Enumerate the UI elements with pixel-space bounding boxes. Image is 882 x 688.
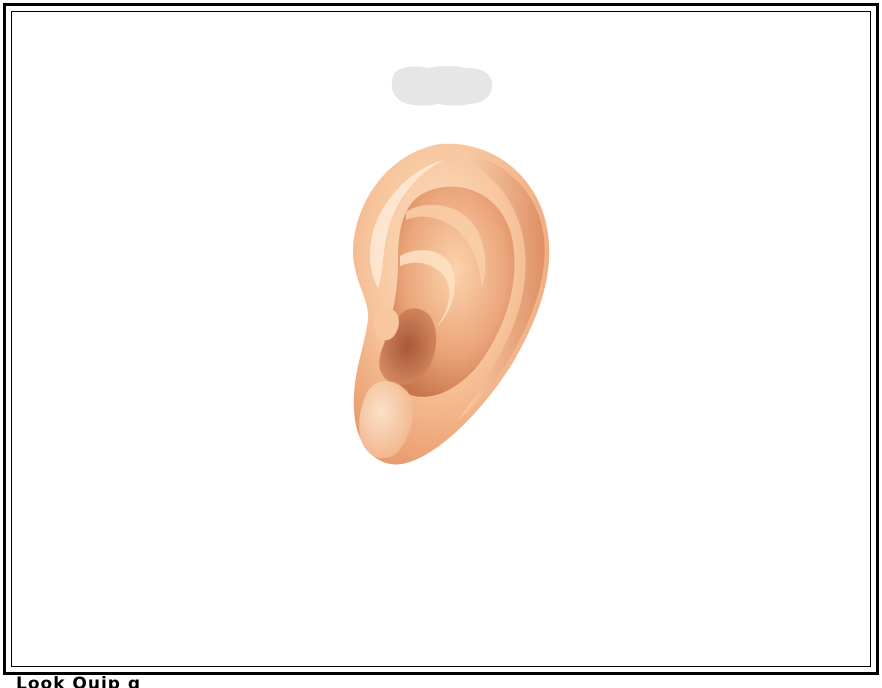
redacted-label	[391, 66, 493, 106]
footer-strip: Look Ouip g	[0, 676, 882, 688]
ear-illustration	[352, 143, 550, 465]
footer-text: Look Ouip g	[16, 676, 142, 688]
